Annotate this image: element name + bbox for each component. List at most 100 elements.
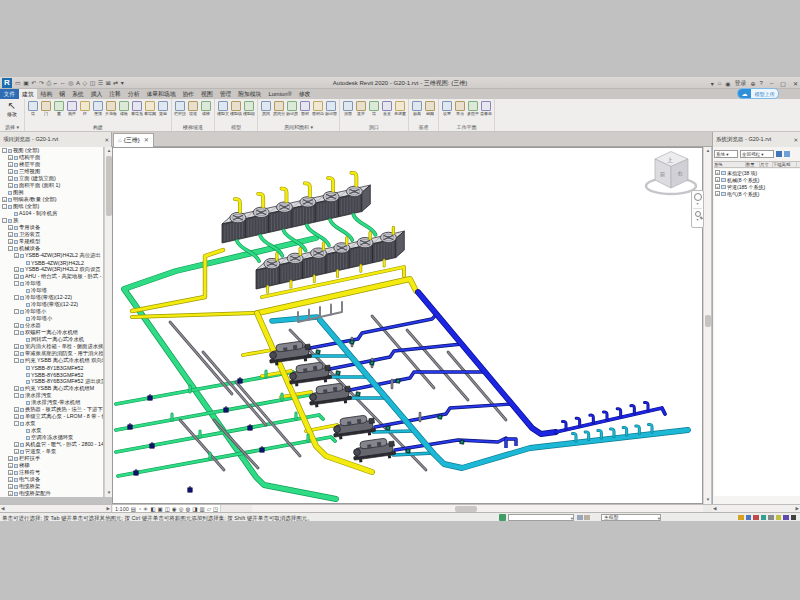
navigation-bar[interactable]: ▾ ▾ [691,190,704,228]
tree-item[interactable]: +AHU - 组合式 - 高架地板 - 卧式 - 标准 - 2000 - 59 [0,273,103,280]
store-icon[interactable]: ⊕ [751,80,756,87]
tool-屋顶[interactable]: 屋顶 [92,100,104,116]
tree-item[interactable]: 潜水排污泵-带水机组 [0,399,103,406]
select-by-face-icon[interactable] [783,515,789,521]
tool-模型线[interactable]: 模型线 [230,100,242,116]
tree-item[interactable]: +带减振底座的消防泵 - 用于消火栓系统 [0,350,103,357]
tree-item[interactable]: +电缆桥架 [0,483,103,490]
tool-查看器[interactable]: 查看器 [480,100,492,116]
tree-item[interactable]: +风机盘管 - 暖气 - 卧式 - 2800 - 14000 kW [0,441,103,448]
autofit-icon[interactable] [776,151,782,157]
tree-item[interactable]: YSBB-4ZW(3R)H42L2 [0,259,103,266]
search-icon[interactable]: ▾ [711,80,714,87]
tree-item[interactable]: 回转式一离心式冷水机 [0,336,103,343]
tool-房间分隔[interactable]: 房间分隔 [273,100,285,116]
tool-标高[interactable]: 标高 [411,100,423,116]
tree-item[interactable]: -水泵 [0,420,103,427]
tab-分析[interactable]: 分析 [124,89,143,99]
system-row[interactable]: +电气(8 个系统) [714,190,800,197]
tool-柱[interactable]: 柱 [79,100,91,116]
tree-item[interactable]: -约克 YSBB 离心式冷水机组 双向出管 [0,357,103,364]
close-button[interactable]: ✕ [793,80,798,87]
tool-设置[interactable]: 设置 [441,100,453,116]
tree-item[interactable]: +专用设备 [0,224,103,231]
tree-item[interactable]: +管道泵 - 单泵 [0,448,103,455]
select-underlay-icon[interactable] [768,515,774,521]
tab-注释[interactable]: 注释 [106,89,125,99]
tool-房间[interactable]: 房间 [260,100,272,116]
select-links-icon[interactable] [761,515,767,521]
tool-墙[interactable]: 墙 [368,100,380,116]
tree-item[interactable]: +单级立式离心泵 - LROM - 8 带 - 低噪音 - 700-175-OV [0,413,103,420]
tab-结构[interactable]: 结构 [37,89,56,99]
tree-item[interactable]: -视图 (全部) [0,147,103,154]
worksets-icon[interactable] [746,515,752,521]
model-upload-button[interactable]: ☁ 模型上传 [737,88,779,99]
editable-only-icon[interactable] [738,515,744,521]
systems-dropdown[interactable]: 系统 ▾ [714,150,738,158]
tool-垂直[interactable]: 垂直 [381,100,393,116]
tree-item[interactable]: +分水器 [0,322,103,329]
settings-icon[interactable] [784,151,790,157]
system-browser-rows[interactable]: +未指定(38 项)+机械(8 个系统)+管道(185 个系统)+电气(8 个系… [714,169,800,496]
user-icon[interactable]: ◉ [725,80,730,87]
modify-button[interactable]: ↖修改 [2,100,22,117]
column-数量[interactable]: 数量 [746,162,760,167]
tree-item[interactable]: YSBB-8Y1B3GMF#52 [0,364,103,371]
help-icon[interactable]: ? [760,80,763,86]
tree-item[interactable]: 空调冷冻水循环泵 [0,434,103,441]
steering-wheel-icon[interactable] [694,193,702,201]
tree-item[interactable]: +楼层平面 [0,161,103,168]
tree-item[interactable]: +三维视图 [0,168,103,175]
column-系统[interactable]: 系统 [714,162,746,167]
close-icon[interactable]: ✕ [104,137,109,143]
minimize-button[interactable]: ‒ [770,80,773,86]
chevron-down-icon[interactable]: ▾ [692,202,703,206]
tree-item[interactable]: 水泵 [0,427,103,434]
close-icon[interactable]: ✕ [793,137,798,143]
tree-item[interactable]: +电气设备 [0,476,103,483]
tree-item[interactable]: +面积平面 (面积 1) [0,182,103,189]
status-icons[interactable] [738,515,796,521]
tree-item[interactable]: -双螺杆一离心冷水机组 [0,329,103,336]
tree-item[interactable]: -冷却塔小 [0,308,103,315]
tree-item[interactable]: -冷却塔(带塔)(12-22) [0,294,103,301]
tree-item[interactable]: -机械设备 [0,245,103,252]
login-label[interactable]: 登录 [735,79,747,88]
system-row[interactable]: +管道(185 个系统) [714,183,800,190]
tool-显示[interactable]: 显示 [454,100,466,116]
tree-item[interactable]: YSBB-8Y6B3GMF#52 [0,371,103,378]
tool-门[interactable]: 门 [40,100,52,116]
system-row[interactable]: +机械(8 个系统) [714,176,800,183]
tree-item[interactable]: +YSBB-4ZW(3R)H42L2 双向设置 [0,266,103,273]
tree-item[interactable]: YSBB-8Y6B3GMF#52 进出设置 [0,378,103,385]
select-pinned-icon[interactable] [776,515,782,521]
tool-幕墙系统[interactable]: 幕墙系统 [131,100,143,116]
tool-幕墙网格[interactable]: 幕墙网格 [144,100,156,116]
system-row[interactable]: +未指定(38 项) [714,169,800,176]
tab-系统[interactable]: 系统 [69,89,88,99]
tree-item[interactable]: 图例 [0,189,103,196]
tool-按面[interactable]: 按面 [342,100,354,116]
tool-天花板[interactable]: 天花板 [105,100,117,116]
tab-建筑[interactable]: 建筑 [19,89,38,99]
tool-竖梃[interactable]: 竖梃 [157,100,169,116]
tool-楼板[interactable]: 楼板 [118,100,130,116]
tree-item[interactable]: +卫浴装置 [0,231,103,238]
tab-视图[interactable]: 视图 [198,89,217,99]
drag-elements-icon[interactable] [791,515,797,521]
tree-item[interactable]: +电缆桥架配件 [0,490,103,497]
discipline-dropdown[interactable]: 全部规程 ▾ [740,150,774,158]
tab-钢[interactable]: 钢 [56,89,69,99]
tool-模型组[interactable]: 模型组 [243,100,255,116]
workset-icon[interactable] [499,514,506,521]
tool-墙[interactable]: 墙 [27,100,39,116]
tree-item[interactable]: +常规模型 [0,238,103,245]
tree-item[interactable]: +换热器 - 板式换热 - 法兰 - 下进下出 [0,406,103,413]
tree-item[interactable]: -族 [0,217,103,224]
tree-item[interactable]: +YSBB-4ZW(3R)H42L2 高位进出 [0,252,103,259]
tool-构件[interactable]: 构件 [66,100,78,116]
column-尺寸[interactable]: 尺寸 [760,162,773,167]
tool-老虎窗[interactable]: 老虎窗 [394,100,406,116]
tree-item[interactable]: +结构平面 [0,154,103,161]
